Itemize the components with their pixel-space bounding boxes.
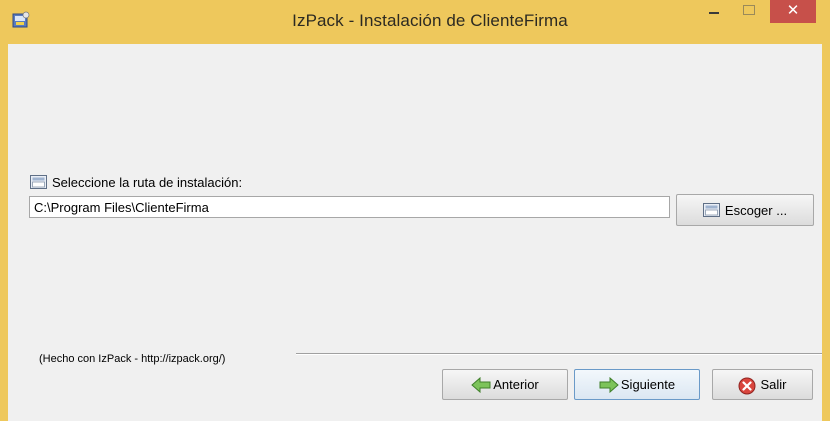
close-icon: ✕ xyxy=(786,2,800,19)
title-bar[interactable]: IzPack - Instalación de ClienteFirma ✕ xyxy=(0,0,830,44)
previous-button-label: Anterior xyxy=(493,377,539,392)
next-button-label: Siguiente xyxy=(620,377,676,392)
footer-divider xyxy=(296,353,822,355)
previous-button[interactable]: Anterior xyxy=(442,369,568,400)
install-path-label-row: Seleccione la ruta de instalación: xyxy=(30,173,242,191)
install-path-input[interactable] xyxy=(29,196,670,218)
folder-icon xyxy=(702,202,721,218)
quit-button-label: Salir xyxy=(760,377,787,392)
installer-panel: Seleccione la ruta de instalación: Escog… xyxy=(8,44,822,421)
minimize-icon xyxy=(709,12,719,14)
next-button[interactable]: Siguiente xyxy=(574,369,700,400)
maximize-icon xyxy=(743,5,755,15)
folder-icon xyxy=(30,174,48,190)
izpack-credit: (Hecho con IzPack - http://izpack.org/) xyxy=(39,353,226,365)
installer-window: IzPack - Instalación de ClienteFirma ✕ S… xyxy=(0,0,830,421)
stop-icon xyxy=(738,377,756,394)
close-button[interactable]: ✕ xyxy=(770,0,816,23)
right-arrow-icon xyxy=(599,376,619,393)
browse-button-label: Escoger ... xyxy=(724,202,788,218)
maximize-button[interactable] xyxy=(733,0,763,24)
left-arrow-icon xyxy=(471,376,491,393)
quit-button[interactable]: Salir xyxy=(712,369,813,400)
minimize-button[interactable] xyxy=(695,0,725,24)
install-path-label: Seleccione la ruta de instalación: xyxy=(52,174,243,190)
browse-button[interactable]: Escoger ... xyxy=(676,194,814,226)
